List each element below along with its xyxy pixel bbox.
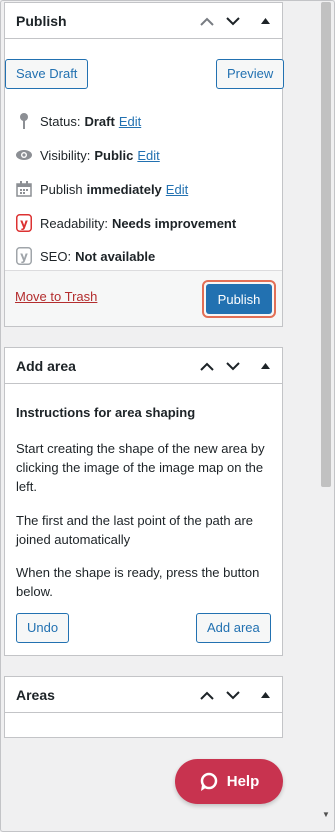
seo-value: Not available — [75, 248, 156, 264]
eye-icon — [15, 146, 33, 164]
publish-button[interactable]: Publish — [206, 284, 272, 314]
publish-button-highlight: Publish — [202, 280, 276, 318]
help-button[interactable]: Help — [175, 759, 283, 804]
move-down-icon[interactable] — [224, 12, 242, 30]
areas-panel: Areas — [4, 676, 283, 738]
seo-label: SEO: — [40, 248, 72, 264]
visibility-label: Visibility: — [40, 147, 91, 163]
yoast-seo-icon: y — [15, 247, 33, 265]
visibility-edit-link[interactable]: Edit — [137, 148, 159, 163]
instructions-paragraph: Start creating the shape of the new area… — [16, 441, 265, 494]
panel-title: Areas — [16, 687, 55, 703]
instructions-paragraph: The first and the last point of the path… — [16, 513, 254, 547]
svg-text:y: y — [20, 250, 28, 264]
publish-actions: Move to Trash Publish — [5, 270, 282, 326]
add-area-button[interactable]: Add area — [196, 613, 271, 643]
collapse-toggle-icon[interactable] — [256, 12, 274, 30]
move-up-icon[interactable] — [198, 12, 216, 30]
move-up-icon[interactable] — [198, 357, 216, 375]
instructions-paragraph: When the shape is ready, press the butto… — [16, 565, 260, 599]
scrollbar-thumb[interactable] — [321, 2, 331, 487]
move-to-trash-link[interactable]: Move to Trash — [15, 289, 97, 304]
scrollbar[interactable]: ▼ — [319, 2, 333, 820]
pin-icon — [15, 112, 33, 130]
add-area-panel: Add area Instructions for area shaping S… — [4, 347, 283, 656]
publish-date-row: Publish immediately Edit — [15, 179, 188, 199]
move-down-icon[interactable] — [224, 357, 242, 375]
status-row: Status: Draft Edit — [15, 111, 141, 131]
move-down-icon[interactable] — [224, 686, 242, 704]
preview-button[interactable]: Preview — [216, 59, 285, 89]
publish-panel-header: Publish — [5, 3, 282, 39]
visibility-value: Public — [94, 147, 134, 163]
publish-value: immediately — [86, 181, 162, 197]
seo-row: y SEO: Not available — [15, 246, 155, 266]
scroll-down-arrow-icon[interactable]: ▼ — [321, 810, 331, 820]
readability-label: Readability: — [40, 215, 108, 231]
collapse-toggle-icon[interactable] — [256, 686, 274, 704]
publish-panel: Publish Save Draft Preview Status: Draft… — [4, 2, 285, 327]
status-edit-link[interactable]: Edit — [119, 114, 141, 129]
status-label: Status: — [40, 113, 81, 129]
collapse-toggle-icon[interactable] — [256, 357, 274, 375]
publish-label: Publish — [40, 181, 83, 197]
readability-value: Needs improvement — [111, 215, 237, 231]
panel-title: Publish — [16, 13, 67, 29]
help-label: Help — [226, 773, 260, 790]
save-draft-button[interactable]: Save Draft — [5, 59, 89, 89]
calendar-icon — [15, 180, 33, 198]
status-value: Draft — [84, 113, 115, 129]
instructions-heading: Instructions for area shaping — [16, 405, 196, 420]
panel-title: Add area — [16, 358, 76, 374]
add-area-panel-header: Add area — [5, 348, 282, 384]
yoast-readability-icon: y — [15, 214, 33, 232]
undo-button[interactable]: Undo — [16, 613, 70, 643]
readability-row: y Readability: Needs improvement — [15, 213, 236, 233]
move-up-icon[interactable] — [198, 686, 216, 704]
publish-edit-link[interactable]: Edit — [166, 182, 188, 197]
chat-bubble-icon — [200, 772, 217, 791]
svg-text:y: y — [20, 217, 28, 231]
visibility-row: Visibility: Public Edit — [15, 145, 160, 165]
areas-panel-header: Areas — [5, 677, 282, 713]
